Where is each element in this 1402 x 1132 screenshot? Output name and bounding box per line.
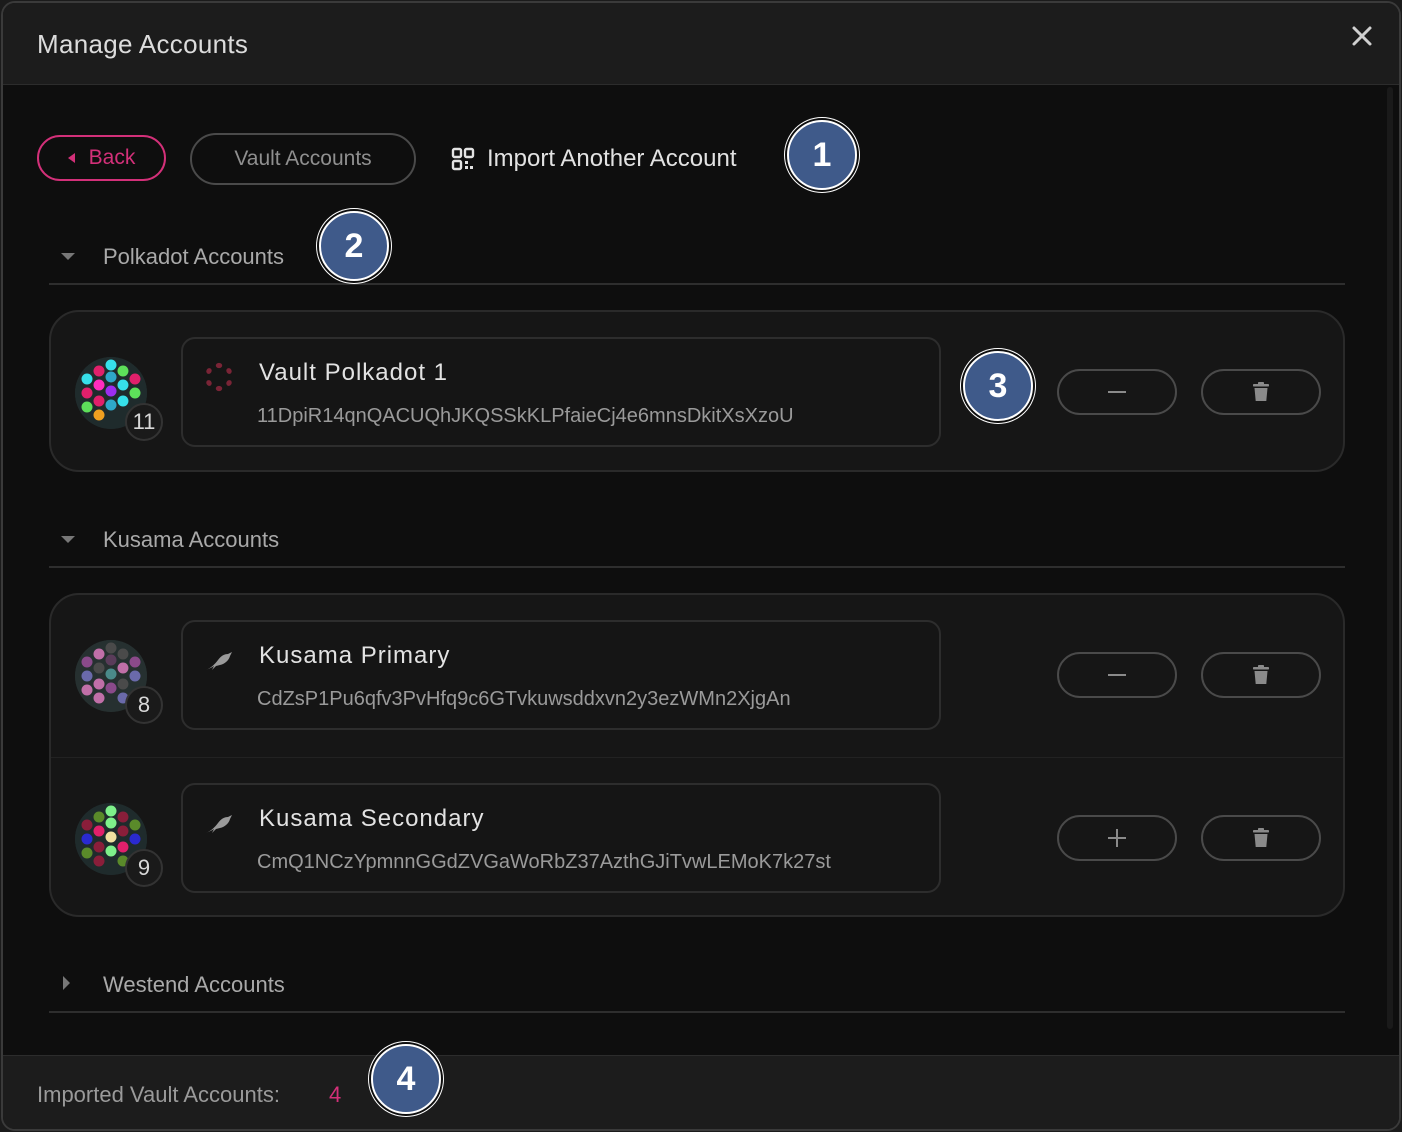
trash-icon <box>1253 828 1269 847</box>
imported-count-label: Imported Vault Accounts: <box>37 1082 280 1107</box>
vault-accounts-label: Vault Accounts <box>234 147 372 170</box>
section-label: Kusama Accounts <box>103 527 280 552</box>
section-header-polkadot[interactable]: Polkadot Accounts <box>49 229 1345 285</box>
account-group-kusama: 8 Kusama Primary CdZsP1Pu6qfv3PvHfq9c6GT… <box>49 593 1345 917</box>
plus-icon <box>1108 829 1126 847</box>
remove-account-button[interactable] <box>1057 369 1177 415</box>
annotation-marker: 4 <box>371 1044 441 1114</box>
identicon-avatar: 11 <box>75 357 163 441</box>
account-index-badge: 9 <box>125 849 163 887</box>
account-index-badge: 8 <box>125 686 163 724</box>
section-label: Polkadot Accounts <box>103 244 285 269</box>
caret-left-icon <box>67 153 75 163</box>
kusama-icon <box>206 815 232 833</box>
trash-icon <box>1253 665 1269 684</box>
kusama-icon <box>206 652 232 670</box>
account-card[interactable]: Kusama Primary CdZsP1Pu6qfv3PvHfq9c6GTvk… <box>181 620 941 730</box>
section-label: Westend Accounts <box>103 972 285 997</box>
account-address: 11DpiR14qnQACUQhJKQSSkKLPfaieCj4e6mnsDki… <box>257 405 794 427</box>
account-name: Kusama Primary <box>259 642 451 669</box>
minus-icon <box>1108 674 1126 676</box>
delete-account-button[interactable] <box>1201 652 1321 698</box>
import-account-label: Import Another Account <box>487 145 737 172</box>
modal-footer: Imported Vault Accounts: 4 <box>3 1055 1399 1129</box>
account-address: CmQ1NCzYpmnnGGdZVGaWoRbZ37AzthGJiTvwLEMo… <box>257 851 831 873</box>
annotation-marker: 2 <box>319 211 389 281</box>
modal-header: Manage Accounts <box>3 3 1399 85</box>
annotation-marker: 3 <box>963 351 1033 421</box>
account-name: Kusama Secondary <box>259 805 485 832</box>
trash-icon <box>1253 382 1269 401</box>
account-name: Vault Polkadot 1 <box>259 359 449 386</box>
caret-down-icon <box>61 536 75 543</box>
back-button[interactable]: Back <box>37 135 166 181</box>
imported-count-value: 4 <box>329 1082 342 1107</box>
delete-account-button[interactable] <box>1201 815 1321 861</box>
account-card[interactable]: Vault Polkadot 1 11DpiR14qnQACUQhJKQSSkK… <box>181 337 941 447</box>
add-account-button[interactable] <box>1057 815 1177 861</box>
qr-code-icon <box>451 147 475 171</box>
manage-accounts-modal: Manage Accounts Back Vault Accounts Impo… <box>1 1 1401 1131</box>
back-button-label: Back <box>88 146 136 169</box>
caret-down-icon <box>61 253 75 260</box>
modal-title: Manage Accounts <box>37 29 249 59</box>
close-icon <box>1352 26 1372 46</box>
account-index-badge: 11 <box>125 403 163 441</box>
section-header-westend[interactable]: Westend Accounts <box>49 957 1345 1013</box>
delete-account-button[interactable] <box>1201 369 1321 415</box>
account-group-polkadot: 11 Vault Polkadot 1 11DpiR14qnQACUQhJKQS… <box>49 310 1345 472</box>
identicon-avatar: 9 <box>75 803 163 887</box>
account-address: CdZsP1Pu6qfv3PvHfq9c6GTvkuwsddxvn2y3ezWM… <box>257 688 791 710</box>
polkadot-icon <box>206 362 232 392</box>
annotation-marker: 1 <box>787 120 857 190</box>
vault-accounts-button[interactable]: Vault Accounts <box>190 133 416 185</box>
minus-icon <box>1108 391 1126 393</box>
close-button[interactable] <box>1347 21 1377 51</box>
identicon-avatar: 8 <box>75 640 163 724</box>
account-row: 9 Kusama Secondary CmQ1NCzYpmnnGGdZVGaWo… <box>51 757 1343 915</box>
account-row: 8 Kusama Primary CdZsP1Pu6qfv3PvHfq9c6GT… <box>51 595 1343 755</box>
scrollbar[interactable] <box>1387 87 1393 1029</box>
remove-account-button[interactable] <box>1057 652 1177 698</box>
section-header-kusama[interactable]: Kusama Accounts <box>49 512 1345 568</box>
caret-right-icon <box>63 976 70 990</box>
account-card[interactable]: Kusama Secondary CmQ1NCzYpmnnGGdZVGaWoRb… <box>181 783 941 893</box>
import-account-button[interactable]: Import Another Account <box>451 141 736 177</box>
account-row: 11 Vault Polkadot 1 11DpiR14qnQACUQhJKQS… <box>51 312 1343 470</box>
